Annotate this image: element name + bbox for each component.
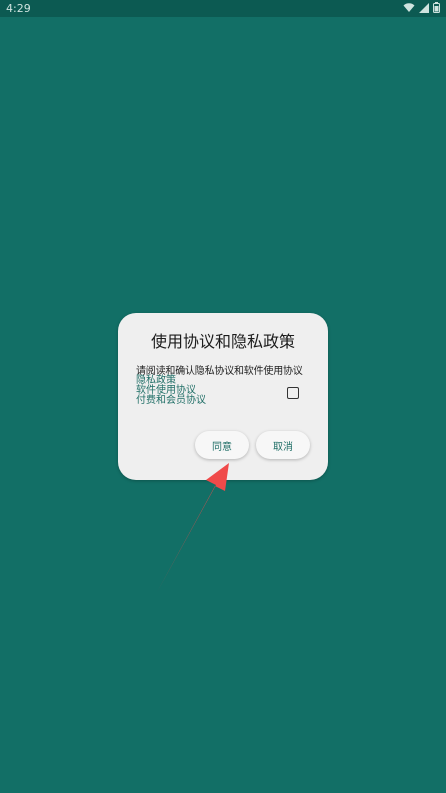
agree-button[interactable]: 同意: [195, 431, 249, 459]
battery-icon: [433, 2, 440, 13]
agree-checkbox[interactable]: [287, 387, 299, 399]
wifi-icon: [403, 2, 415, 12]
status-bar: 4:29: [0, 0, 446, 17]
status-time: 4:29: [6, 2, 31, 15]
cellular-signal-icon: [419, 2, 429, 13]
status-icons: [403, 2, 440, 13]
dialog-title: 使用协议和隐私政策: [150, 332, 295, 351]
agreement-links: 隐私政策 软件使用协议 付费和会员协议: [136, 376, 206, 406]
membership-agreement-link[interactable]: 付费和会员协议: [136, 396, 206, 406]
privacy-dialog: 使用协议和隐私政策 请阅读和确认隐私协议和软件使用协议 隐私政策 软件使用协议 …: [118, 313, 328, 480]
app-screen: 4:29 使用协议和隐私政策 请阅读和确认隐私协议和软件使用协议 隐私政策 软件…: [0, 0, 446, 793]
cancel-button[interactable]: 取消: [256, 431, 310, 459]
